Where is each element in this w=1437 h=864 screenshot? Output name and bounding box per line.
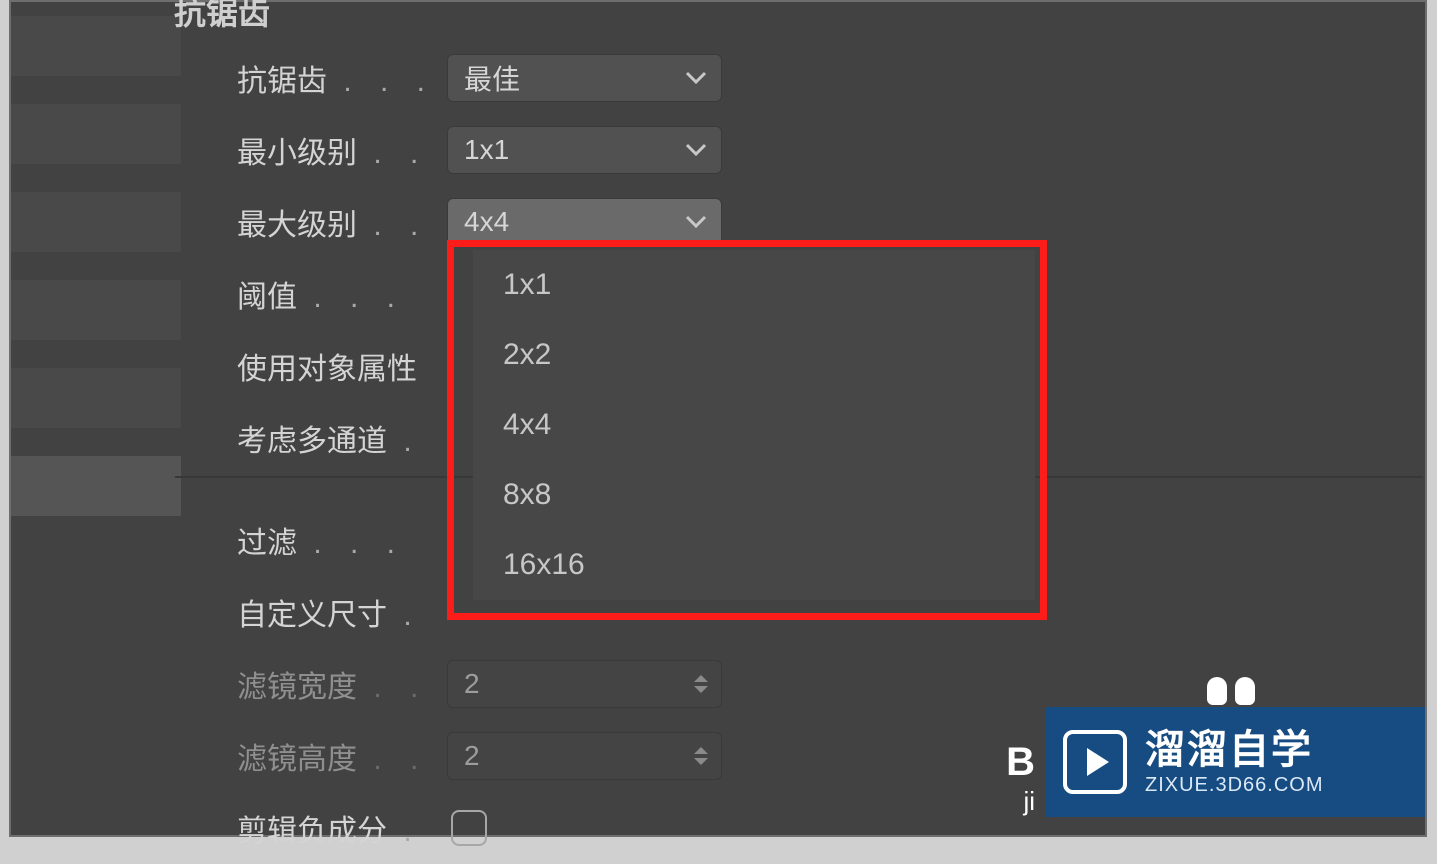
label-antialias: 抗锯齿 <box>237 65 327 98</box>
select-min-level[interactable]: 1x1 <box>447 126 722 174</box>
dropdown-item[interactable]: 2x2 <box>473 320 1035 390</box>
dropdown-item[interactable]: 8x8 <box>473 460 1035 530</box>
checkbox-clip-negative[interactable] <box>451 810 487 846</box>
play-icon <box>1063 730 1127 794</box>
label-custom-size: 自定义尺寸 <box>237 599 387 632</box>
settings-panel: 抗锯齿 抗锯齿 . . . 最佳 最小级别 . . 1x1 最 <box>9 0 1427 837</box>
label-max-level: 最大级别 <box>237 209 357 242</box>
rail-item-active[interactable] <box>11 456 181 516</box>
watermark-title: 溜溜自学 <box>1145 728 1323 772</box>
rail-item[interactable] <box>11 280 181 340</box>
row-min-level: 最小级别 . . 1x1 <box>237 114 1405 186</box>
stepper-icon[interactable] <box>687 733 715 779</box>
left-rail <box>11 2 181 835</box>
label-filter-height: 滤镜高度 <box>237 743 357 776</box>
label-min-level: 最小级别 <box>237 137 357 170</box>
label-threshold: 阈值 <box>237 281 297 314</box>
row-max-level: 最大级别 . . 4x4 <box>237 186 1405 258</box>
select-max-level-value: 4x4 <box>464 206 509 238</box>
row-antialias: 抗锯齿 . . . 最佳 <box>237 42 1405 114</box>
rail-item[interactable] <box>11 104 181 164</box>
chevron-down-icon <box>685 215 707 229</box>
rail-item[interactable] <box>11 192 181 252</box>
spin-filter-height-value: 2 <box>464 740 480 772</box>
spin-filter-width[interactable]: 2 <box>447 660 722 708</box>
watermark-url: ZIXUE.3D66.COM <box>1145 774 1323 796</box>
spin-filter-height[interactable]: 2 <box>447 732 722 780</box>
partial-text: ji <box>1023 786 1035 817</box>
spin-filter-width-value: 2 <box>464 668 480 700</box>
select-min-level-value: 1x1 <box>464 134 509 166</box>
chevron-down-icon <box>685 71 707 85</box>
dropdown-item[interactable]: 16x16 <box>473 530 1035 600</box>
dropdown-item[interactable]: 1x1 <box>473 250 1035 320</box>
label-consider-multipass: 考虑多通道 <box>237 425 387 458</box>
dropdown-item[interactable]: 4x4 <box>473 390 1035 460</box>
stepper-icon[interactable] <box>687 661 715 707</box>
dropdown-max-level-options: 1x1 2x2 4x4 8x8 16x16 <box>473 250 1035 600</box>
watermark-badge: 溜溜自学 ZIXUE.3D66.COM <box>1045 707 1425 817</box>
rail-item[interactable] <box>11 16 181 76</box>
rail-item[interactable] <box>11 368 181 428</box>
partial-text: B <box>1006 740 1035 785</box>
section-title: 抗锯齿 <box>174 0 270 34</box>
select-antialias-value: 最佳 <box>464 58 520 98</box>
chevron-down-icon <box>685 143 707 157</box>
label-filter: 过滤 <box>237 527 297 560</box>
select-antialias[interactable]: 最佳 <box>447 54 722 102</box>
bilibili-ears-icon <box>1207 677 1255 705</box>
label-filter-width: 滤镜宽度 <box>237 671 357 704</box>
select-max-level[interactable]: 4x4 <box>447 198 722 246</box>
label-use-obj-props: 使用对象属性 <box>237 353 417 386</box>
label-clip-negative: 剪辑负成分 <box>237 815 387 848</box>
